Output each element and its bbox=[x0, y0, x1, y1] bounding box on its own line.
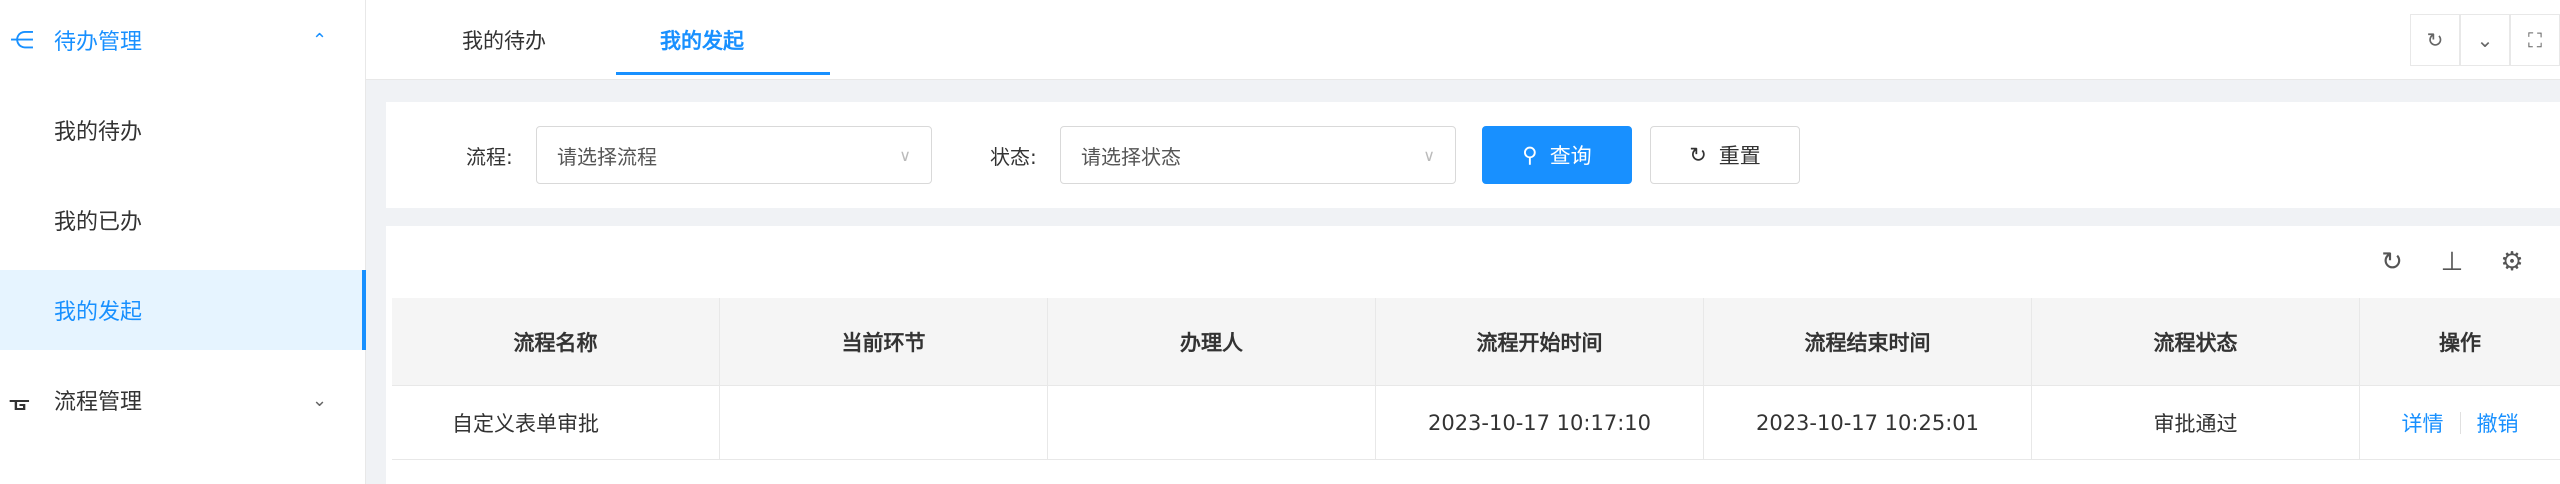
sidebar-group-todo[interactable]: ⋲ 待办管理 ⌃ bbox=[0, 0, 366, 80]
filter-panel: 流程: 请选择流程 ∨ 状态: 请选择状态 ∨ ⚲ 查询 ↻ 重置 bbox=[386, 102, 2560, 208]
search-button-label: 查询 bbox=[1549, 144, 1592, 168]
fullscreen-icon[interactable]: ⛶ bbox=[2510, 14, 2560, 66]
sidebar-group-workflow[interactable]: ᚗ 流程管理 ⌄ bbox=[0, 360, 366, 440]
search-button[interactable]: ⚲ 查询 bbox=[1482, 126, 1632, 184]
cell-handler bbox=[1048, 386, 1376, 460]
tab-my-todo[interactable]: 我的待办 bbox=[462, 0, 546, 80]
chevron-down-icon[interactable]: ⌄ bbox=[2460, 14, 2510, 66]
sidebar: ⋲ 待办管理 ⌃ 我的待办 我的已办 我的发起 ᚗ 流程管理 ⌄ bbox=[0, 0, 366, 484]
sidebar-group-label: 流程管理 bbox=[54, 390, 143, 415]
column-header: 流程开始时间 bbox=[1376, 298, 1704, 386]
reset-icon: ↻ bbox=[1689, 143, 1707, 167]
cell-process-name: 自定义表单审批 bbox=[392, 386, 720, 460]
cell-status: 审批通过 bbox=[2032, 386, 2360, 460]
column-header: 流程结束时间 bbox=[1704, 298, 2032, 386]
status-filter-label: 状态: bbox=[990, 144, 1037, 169]
reset-button[interactable]: ↻ 重置 bbox=[1650, 126, 1800, 184]
cell-actions: 详情 撤销 bbox=[2360, 386, 2560, 460]
cell-end-time: 2023-10-17 10:25:01 bbox=[1704, 386, 2032, 460]
status-select[interactable]: 请选择状态 ∨ bbox=[1060, 126, 1456, 184]
refresh-icon[interactable]: ↻ bbox=[2372, 242, 2412, 282]
column-header: 操作 bbox=[2439, 331, 2481, 355]
column-header: 流程名称 bbox=[392, 298, 720, 386]
chevron-down-icon: ∨ bbox=[899, 145, 911, 165]
table-panel: ↻ ⊥ ⚙ 流程名称 当前环节 办理人 流程开始时间 流程结束时间 流程状态 操… bbox=[386, 226, 2560, 484]
sidebar-item-label: 我的已办 bbox=[54, 210, 143, 235]
refresh-icon[interactable]: ↻ bbox=[2410, 14, 2460, 66]
active-tab-indicator bbox=[616, 72, 830, 75]
status-select-placeholder: 请选择状态 bbox=[1081, 144, 1181, 169]
revoke-link[interactable]: 撤销 bbox=[2477, 408, 2519, 438]
column-header: 办理人 bbox=[1048, 298, 1376, 386]
cell-current-step bbox=[720, 386, 1048, 460]
cell-start-time: 2023-10-17 10:17:10 bbox=[1376, 386, 1704, 460]
column-height-icon[interactable]: ⊥ bbox=[2432, 242, 2472, 282]
sidebar-item-label: 我的待办 bbox=[54, 120, 143, 145]
chevron-up-icon: ⌃ bbox=[312, 29, 328, 51]
todo-list-icon: ⋲ bbox=[10, 26, 34, 54]
chevron-down-icon: ⌄ bbox=[312, 389, 328, 411]
app-root: ⋲ 待办管理 ⌃ 我的待办 我的已办 我的发起 ᚗ 流程管理 ⌄ 我的待办 我的… bbox=[0, 0, 2560, 484]
process-filter-label: 流程: bbox=[466, 144, 513, 169]
sidebar-item-label: 我的发起 bbox=[54, 300, 143, 325]
sidebar-item-my-initiated[interactable]: 我的发起 bbox=[0, 270, 366, 350]
table-header: 流程名称 当前环节 办理人 流程开始时间 流程结束时间 流程状态 操作 bbox=[392, 298, 2560, 386]
process-select-placeholder: 请选择流程 bbox=[557, 144, 657, 169]
tab-bar: 我的待办 我的发起 ↻ ⌄ ⛶ bbox=[366, 0, 2560, 80]
reset-button-label: 重置 bbox=[1718, 144, 1761, 168]
settings-icon[interactable]: ⚙ bbox=[2492, 242, 2532, 282]
column-header: 当前环节 bbox=[720, 298, 1048, 386]
column-header: 流程状态 bbox=[2032, 298, 2360, 386]
search-icon: ⚲ bbox=[1522, 143, 1538, 167]
detail-link[interactable]: 详情 bbox=[2402, 408, 2444, 438]
table-row: 自定义表单审批 2023-10-17 10:17:10 2023-10-17 1… bbox=[392, 386, 2560, 460]
sidebar-item-my-todo[interactable]: 我的待办 bbox=[0, 90, 366, 170]
action-divider bbox=[2459, 412, 2461, 434]
sidebar-group-label: 待办管理 bbox=[54, 30, 143, 55]
tab-my-initiated[interactable]: 我的发起 bbox=[660, 0, 744, 80]
chevron-down-icon: ∨ bbox=[1423, 145, 1435, 165]
process-select[interactable]: 请选择流程 ∨ bbox=[536, 126, 932, 184]
workflow-icon: ᚗ bbox=[10, 386, 29, 414]
sidebar-item-my-done[interactable]: 我的已办 bbox=[0, 180, 366, 260]
